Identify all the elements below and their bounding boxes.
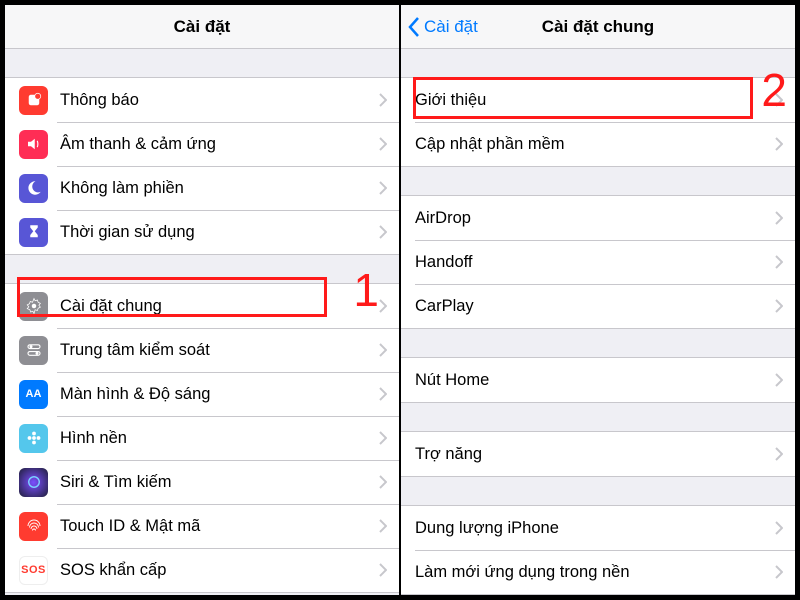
row-label: Màn hình & Độ sáng xyxy=(60,385,379,404)
settings-list: Thông báo Âm thanh & cảm ứng Không làm p… xyxy=(5,49,399,593)
sos-icon: SOS xyxy=(19,556,48,585)
row-handoff[interactable]: Handoff xyxy=(401,240,795,284)
chevron-right-icon xyxy=(379,387,399,401)
settings-group-2: Cài đặt chung Trung tâm kiểm soát AA Màn… xyxy=(5,283,399,593)
row-background-refresh[interactable]: Làm mới ứng dụng trong nền xyxy=(401,550,795,594)
siri-icon xyxy=(19,468,48,497)
toggle-icon xyxy=(19,336,48,365)
row-label: Âm thanh & cảm ứng xyxy=(60,135,379,154)
row-display[interactable]: AA Màn hình & Độ sáng xyxy=(5,372,399,416)
row-siri[interactable]: Siri & Tìm kiếm xyxy=(5,460,399,504)
chevron-right-icon xyxy=(775,93,795,107)
notification-icon xyxy=(19,86,48,115)
general-list: Giới thiệu Cập nhật phần mềm AirDrop Han… xyxy=(401,49,795,595)
row-label: Touch ID & Mật mã xyxy=(60,517,379,536)
chevron-right-icon xyxy=(775,521,795,535)
row-wallpaper[interactable]: Hình nền xyxy=(5,416,399,460)
row-label: CarPlay xyxy=(415,297,775,316)
row-software-update[interactable]: Cập nhật phần mềm xyxy=(401,122,795,166)
row-storage[interactable]: Dung lượng iPhone xyxy=(401,506,795,550)
row-screentime[interactable]: Thời gian sử dụng xyxy=(5,210,399,254)
chevron-right-icon xyxy=(775,299,795,313)
chevron-right-icon xyxy=(379,181,399,195)
general-group-4: Trợ năng xyxy=(401,431,795,477)
row-home-button[interactable]: Nút Home xyxy=(401,358,795,402)
general-group-5: Dung lượng iPhone Làm mới ứng dụng trong… xyxy=(401,505,795,595)
chevron-right-icon xyxy=(379,137,399,151)
row-airdrop[interactable]: AirDrop xyxy=(401,196,795,240)
hourglass-icon xyxy=(19,218,48,247)
settings-group-1: Thông báo Âm thanh & cảm ứng Không làm p… xyxy=(5,77,399,255)
row-dnd[interactable]: Không làm phiền xyxy=(5,166,399,210)
chevron-right-icon xyxy=(379,519,399,533)
back-button[interactable]: Cài đặt xyxy=(407,5,478,48)
row-label: Trung tâm kiểm soát xyxy=(60,341,379,360)
chevron-right-icon xyxy=(379,93,399,107)
sound-icon xyxy=(19,130,48,159)
chevron-right-icon xyxy=(775,447,795,461)
row-label: Cài đặt chung xyxy=(60,297,379,316)
general-group-1: Giới thiệu Cập nhật phần mềm xyxy=(401,77,795,167)
row-control-center[interactable]: Trung tâm kiểm soát xyxy=(5,328,399,372)
general-group-3: Nút Home xyxy=(401,357,795,403)
chevron-right-icon xyxy=(379,563,399,577)
row-accessibility[interactable]: Trợ năng xyxy=(401,432,795,476)
row-label: Cập nhật phần mềm xyxy=(415,135,775,154)
chevron-right-icon xyxy=(379,431,399,445)
header: Cài đặt Cài đặt chung xyxy=(401,5,795,49)
chevron-right-icon xyxy=(775,211,795,225)
row-label: AirDrop xyxy=(415,209,775,228)
tutorial-frame: Cài đặt Thông báo Âm thanh & cảm ứng xyxy=(5,5,795,595)
settings-screen: Cài đặt Thông báo Âm thanh & cảm ứng xyxy=(5,5,399,595)
chevron-right-icon xyxy=(775,565,795,579)
chevron-right-icon xyxy=(379,225,399,239)
general-group-2: AirDrop Handoff CarPlay xyxy=(401,195,795,329)
chevron-right-icon xyxy=(379,299,399,313)
row-label: SOS khẩn cấp xyxy=(60,561,379,580)
display-icon: AA xyxy=(19,380,48,409)
row-label: Siri & Tìm kiếm xyxy=(60,473,379,492)
row-notifications[interactable]: Thông báo xyxy=(5,78,399,122)
header: Cài đặt xyxy=(5,5,399,49)
row-carplay[interactable]: CarPlay xyxy=(401,284,795,328)
fingerprint-icon xyxy=(19,512,48,541)
back-label: Cài đặt xyxy=(424,17,478,37)
row-label: Thông báo xyxy=(60,91,379,110)
row-about[interactable]: Giới thiệu xyxy=(401,78,795,122)
row-label: Trợ năng xyxy=(415,445,775,464)
page-title: Cài đặt chung xyxy=(542,17,654,37)
chevron-right-icon xyxy=(775,373,795,387)
row-sounds[interactable]: Âm thanh & cảm ứng xyxy=(5,122,399,166)
moon-icon xyxy=(19,174,48,203)
chevron-right-icon xyxy=(379,475,399,489)
row-label: Nút Home xyxy=(415,371,775,390)
row-touchid[interactable]: Touch ID & Mật mã xyxy=(5,504,399,548)
row-general[interactable]: Cài đặt chung xyxy=(5,284,399,328)
chevron-right-icon xyxy=(775,255,795,269)
row-label: Làm mới ứng dụng trong nền xyxy=(415,563,775,582)
row-label: Giới thiệu xyxy=(415,91,775,110)
row-label: Hình nền xyxy=(60,429,379,448)
row-label: Dung lượng iPhone xyxy=(415,519,775,538)
general-screen: Cài đặt Cài đặt chung Giới thiệu Cập nhậ… xyxy=(401,5,795,595)
row-label: Không làm phiền xyxy=(60,179,379,198)
chevron-right-icon xyxy=(775,137,795,151)
page-title: Cài đặt xyxy=(174,17,231,37)
row-sos[interactable]: SOS SOS khẩn cấp xyxy=(5,548,399,592)
flower-icon xyxy=(19,424,48,453)
gear-icon xyxy=(19,292,48,321)
row-label: Handoff xyxy=(415,253,775,272)
chevron-right-icon xyxy=(379,343,399,357)
row-label: Thời gian sử dụng xyxy=(60,223,379,242)
